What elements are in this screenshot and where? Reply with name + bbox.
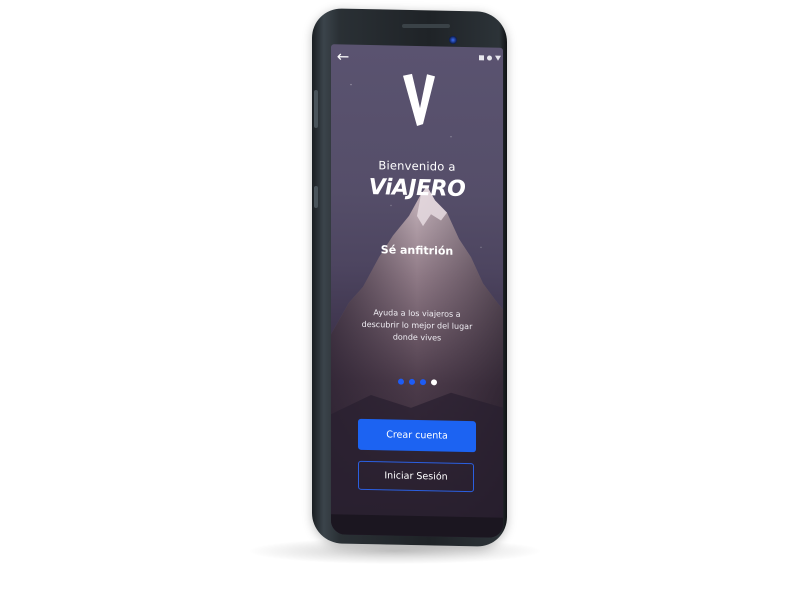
signal-icon (479, 55, 484, 61)
welcome-screen: ← Bienvenido a ViAJERO Sé anfitrión Ayud… (331, 44, 503, 538)
mockup-stage: ← Bienvenido a ViAJERO Sé anfitrión Ayud… (0, 0, 800, 600)
page-dot-active[interactable] (430, 379, 437, 386)
sign-in-button[interactable]: Iniciar Sesión (358, 460, 474, 493)
wifi-icon (487, 55, 492, 61)
page-dot[interactable] (397, 378, 404, 385)
arrow-left-icon[interactable]: ← (335, 47, 351, 65)
brand-wordmark: ViAJERO (368, 174, 466, 203)
front-camera (449, 36, 457, 44)
system-nav-bar (331, 514, 503, 538)
earpiece (402, 24, 450, 28)
battery-icon (495, 55, 501, 61)
description-text: Ayuda a los viajeros a descubrir lo mejo… (351, 307, 483, 346)
create-account-button[interactable]: Crear cuenta (358, 418, 476, 453)
side-button (314, 186, 318, 208)
page-dot[interactable] (408, 378, 415, 385)
volume-button (314, 90, 318, 128)
page-dot[interactable] (419, 379, 426, 386)
viajero-logo-icon (403, 73, 435, 126)
